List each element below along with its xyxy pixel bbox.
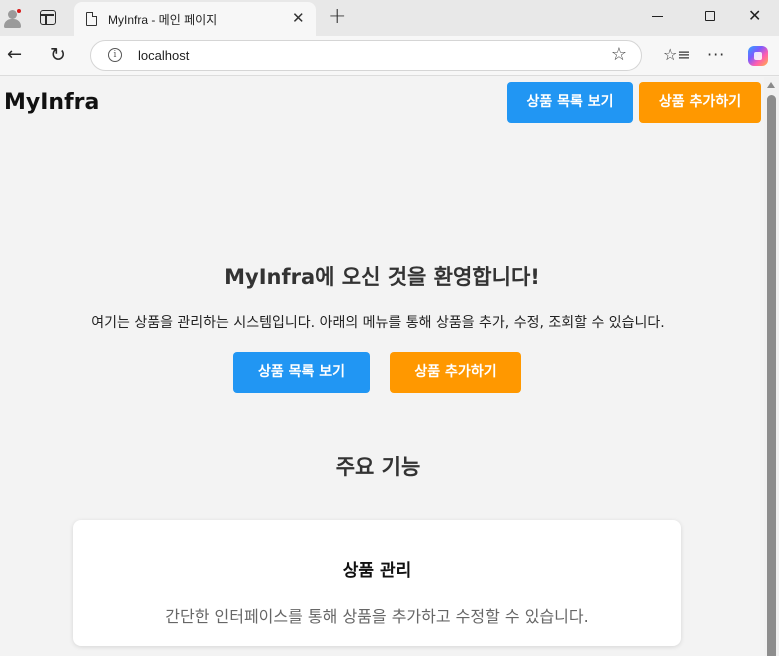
scrollbar-thumb[interactable] (767, 95, 776, 656)
features-title: 주요 기능 (335, 455, 421, 479)
browser-toolbar: ← ↻ i localhost ☆ ☆≡ ··· (0, 36, 779, 76)
hero-description: 여기는 상품을 관리하는 시스템입니다. 아래의 메뉴를 통해 상품을 추가, … (91, 315, 665, 331)
hero-title: MyInfra에 오신 것을 환영합니다! (224, 265, 540, 289)
minimize-icon[interactable] (652, 6, 664, 18)
info-icon[interactable]: i (108, 48, 122, 62)
back-icon[interactable]: ← (7, 44, 22, 66)
tab-close-icon[interactable]: ✕ (292, 10, 305, 26)
hero-list-button[interactable]: 상품 목록 보기 (233, 352, 370, 393)
header-add-button[interactable]: 상품 추가하기 (639, 82, 761, 123)
feature-card-description: 간단한 인터페이스를 통해 상품을 추가하고 수정할 수 있습니다. (165, 607, 589, 626)
profile-icon[interactable] (2, 7, 24, 29)
favorites-icon[interactable]: ☆≡ (663, 45, 691, 65)
more-icon[interactable]: ··· (707, 45, 725, 65)
maximize-icon[interactable] (705, 11, 715, 21)
url-text[interactable]: localhost (138, 48, 189, 63)
tab-title: MyInfra - 메인 페이지 (108, 13, 218, 27)
vertical-scrollbar[interactable] (764, 77, 779, 656)
browser-tab[interactable]: MyInfra - 메인 페이지 ✕ (74, 2, 316, 36)
address-bar[interactable]: i localhost ☆ (90, 40, 642, 71)
site-logo[interactable]: MyInfra (4, 90, 99, 115)
page-icon (86, 12, 97, 26)
browser-tab-bar: MyInfra - 메인 페이지 ✕ + ✕ (0, 0, 779, 36)
feature-card-title: 상품 관리 (342, 561, 412, 581)
scroll-up-arrow-icon[interactable] (767, 82, 775, 88)
reload-icon[interactable]: ↻ (50, 44, 66, 66)
close-icon[interactable]: ✕ (748, 6, 761, 26)
page-viewport: MyInfra 상품 목록 보기 상품 추가하기 MyInfra에 오신 것을 … (0, 77, 779, 656)
favorite-star-icon[interactable]: ☆ (611, 44, 627, 65)
feature-card: 상품 관리 간단한 인터페이스를 통해 상품을 추가하고 수정할 수 있습니다. (73, 520, 681, 646)
copilot-icon[interactable] (748, 46, 768, 66)
hero-add-button[interactable]: 상품 추가하기 (390, 352, 521, 393)
new-tab-button[interactable]: + (328, 5, 346, 29)
header-list-button[interactable]: 상품 목록 보기 (507, 82, 633, 123)
tab-actions-icon[interactable] (40, 10, 56, 25)
